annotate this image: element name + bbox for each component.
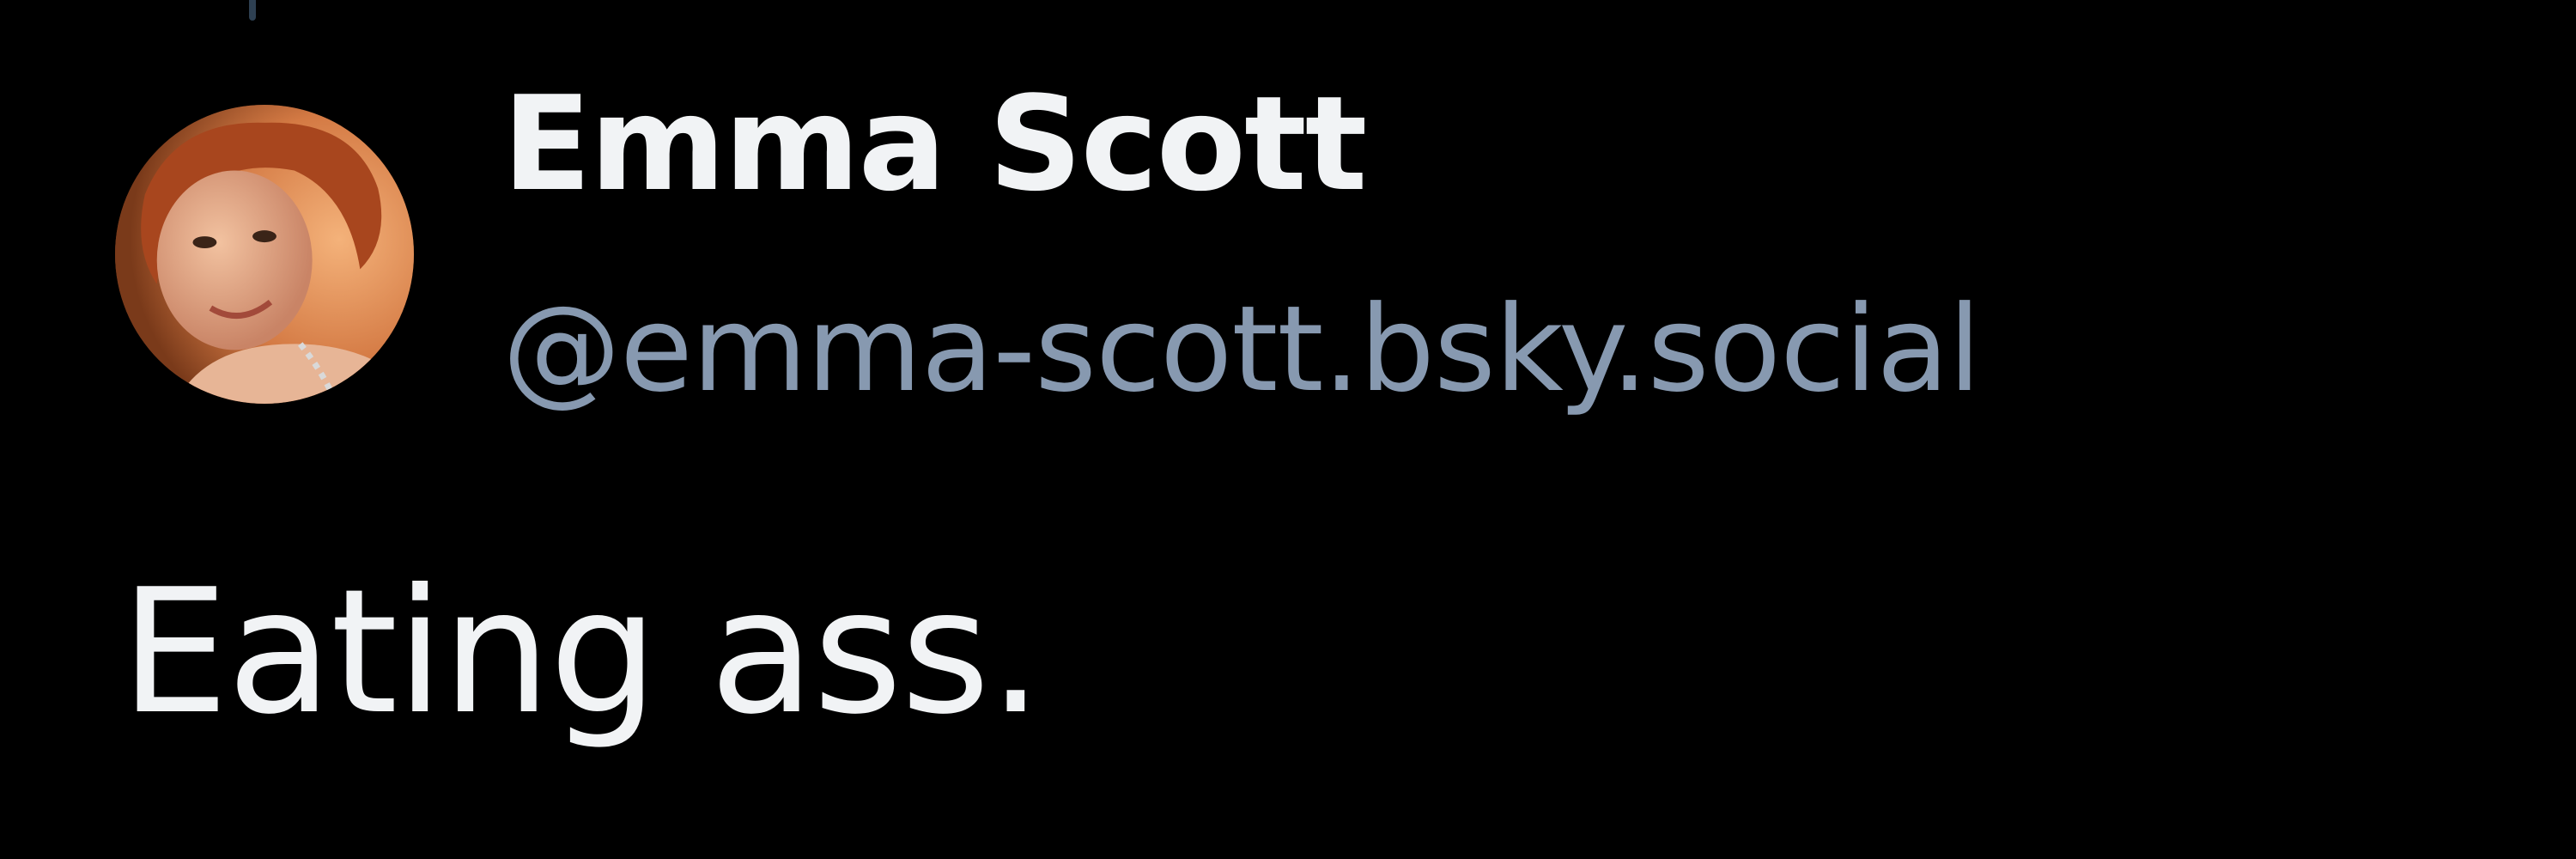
avatar[interactable] [115, 105, 414, 404]
author-handle[interactable]: @emma-scott.bsky.social [502, 290, 1981, 409]
post-text: Eating ass. [120, 552, 1043, 752]
post[interactable]: Emma Scott @emma-scott.bsky.social Eatin… [0, 0, 2576, 859]
author-display-name[interactable]: Emma Scott [502, 79, 1367, 210]
avatar-photo-icon [115, 105, 414, 404]
